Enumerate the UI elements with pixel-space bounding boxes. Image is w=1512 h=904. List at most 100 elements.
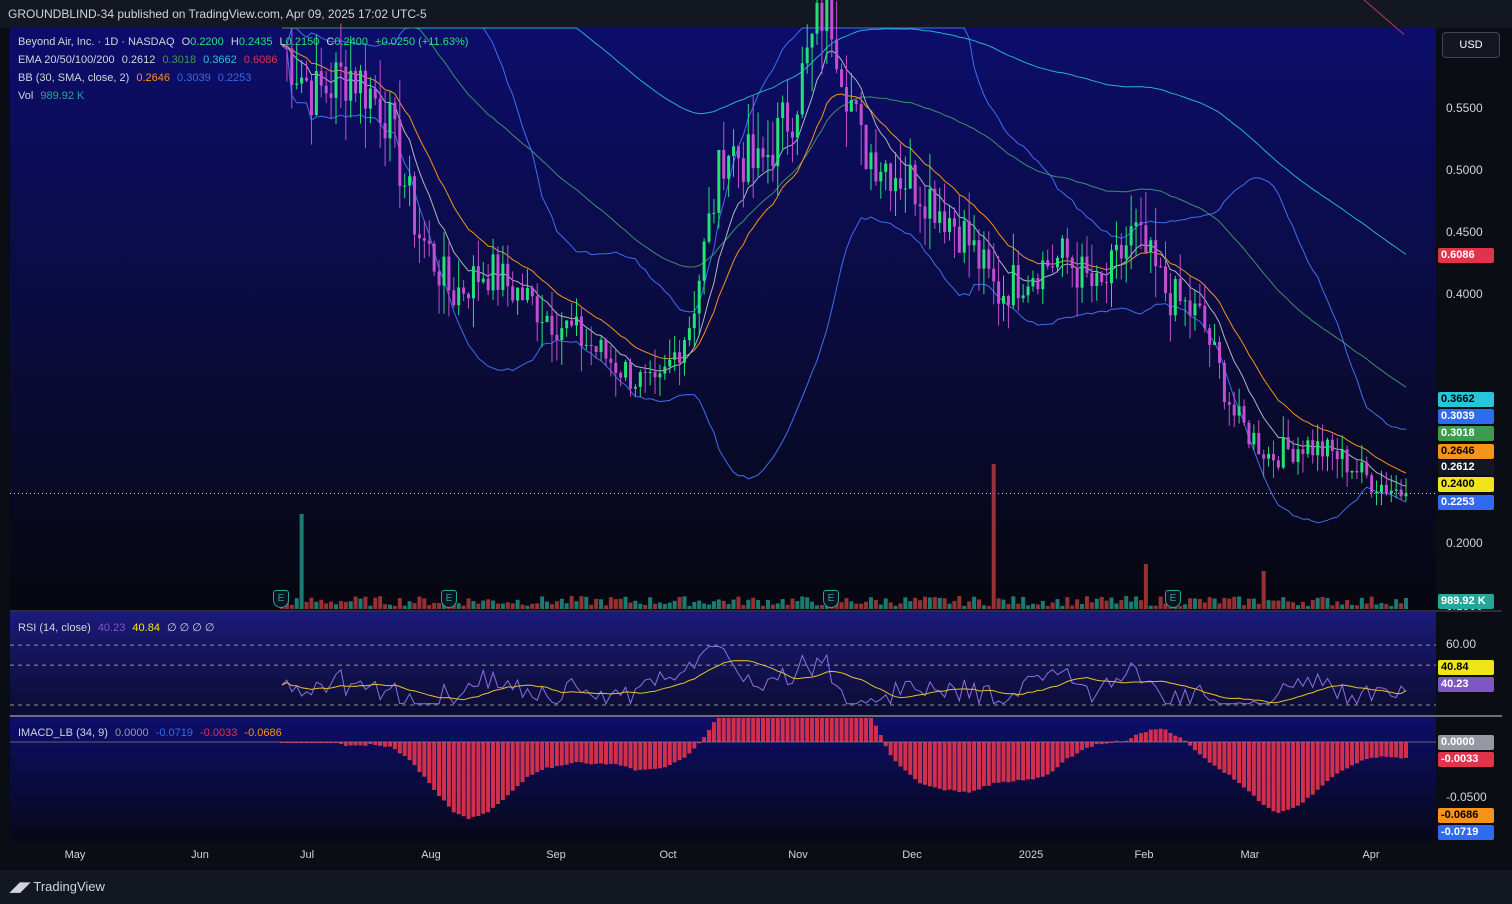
earnings-marker[interactable]: E <box>1165 590 1181 608</box>
candle-body <box>1129 226 1133 246</box>
candle-body <box>746 134 750 182</box>
candle-body <box>506 263 510 287</box>
volume-bar <box>383 604 388 609</box>
macd-hist-bar <box>471 742 476 817</box>
macd-hist-bar <box>962 742 967 792</box>
earnings-marker[interactable]: E <box>823 590 839 608</box>
macd-hist-bar <box>716 718 721 742</box>
macd-hist-bar <box>1246 742 1251 792</box>
volume-bar <box>535 603 540 609</box>
macd-hist-bar <box>702 737 707 742</box>
candle-body <box>609 358 613 363</box>
tradingview-logo[interactable]: ◢◤ TradingView <box>10 879 105 895</box>
volume-bar <box>687 605 692 609</box>
bb-name[interactable]: BB (30, SMA, close, 2) <box>18 72 129 84</box>
volume-bar <box>1296 605 1301 609</box>
symbol-name[interactable]: Beyond Air, Inc. · 1D · NASDAQ <box>18 36 175 48</box>
price-tag: -0.0719 <box>1438 825 1494 840</box>
candle-body <box>373 88 377 99</box>
candle-body <box>1262 454 1266 459</box>
candle-body <box>427 240 431 244</box>
volume-bar <box>397 598 402 609</box>
macd-hist-value: -0.0033 <box>200 727 238 739</box>
candle-body <box>928 188 932 219</box>
macd-hist-bar <box>495 742 500 804</box>
candle-body <box>457 287 461 306</box>
candle-body <box>1036 277 1040 290</box>
macd-hist-bar <box>864 718 869 742</box>
chart-canvas[interactable] <box>0 0 1512 904</box>
macd-hist-bar <box>1065 742 1070 759</box>
candle-body <box>614 362 618 374</box>
volume-bar <box>495 603 500 609</box>
candle-body <box>486 278 490 291</box>
candle-body <box>565 320 569 329</box>
candle-body <box>717 149 721 213</box>
volume-bar <box>903 597 908 609</box>
candle-body <box>1006 296 1010 306</box>
macd-hist-bar <box>643 742 648 770</box>
volume-bar <box>878 604 883 609</box>
candle-body <box>550 315 554 335</box>
vol-name[interactable]: Vol <box>18 90 33 102</box>
earnings-marker[interactable]: E <box>441 590 457 608</box>
macd-hist-bar <box>510 742 515 791</box>
macd-hist-bar <box>1035 742 1040 778</box>
candle-body <box>1208 328 1212 345</box>
volume-bar <box>603 605 608 609</box>
macd-hist-bar <box>770 718 775 742</box>
volume-bar <box>1060 605 1065 609</box>
macd-hist-bar <box>1207 742 1212 763</box>
macd-hist-bar <box>731 718 736 742</box>
candle-body <box>1257 433 1261 455</box>
macd-hist-bar <box>628 742 633 769</box>
macd-hist-bar <box>461 742 466 817</box>
candle-body <box>1065 238 1069 258</box>
macd-hist-bar <box>613 742 618 765</box>
ema-name[interactable]: EMA 20/50/100/200 <box>18 54 115 66</box>
candle-body <box>359 70 363 94</box>
candle-body <box>1139 222 1143 226</box>
candle-body <box>1105 282 1109 284</box>
candle-body <box>849 100 853 112</box>
candle-body <box>305 77 309 81</box>
candle-body <box>329 93 333 98</box>
low-value: 0.2150 <box>285 36 320 48</box>
macd-hist-bar <box>353 742 358 746</box>
candle-body <box>1276 460 1280 468</box>
macd-name[interactable]: IMACD_LB (34, 9) <box>18 727 108 739</box>
macd-hist-bar <box>677 742 682 761</box>
macd-hist-bar <box>451 742 456 813</box>
candle-body <box>938 211 942 223</box>
macd-hist-bar <box>1276 742 1281 813</box>
candle-body <box>1085 256 1089 274</box>
legend-vol: Vol 989.92 K <box>18 90 88 102</box>
volume-bar <box>594 598 599 609</box>
candle-body <box>1075 268 1079 288</box>
volume-bar <box>893 605 898 609</box>
candle-body <box>413 176 417 235</box>
volume-bar <box>1178 605 1183 609</box>
macd-hist-bar <box>751 718 756 742</box>
volume-bar <box>545 601 550 609</box>
rsi-ma-value: 40.84 <box>132 622 160 634</box>
candle-body <box>1080 256 1084 288</box>
volume-bar <box>623 596 628 609</box>
candle-body <box>923 206 927 219</box>
candle-body <box>795 114 799 138</box>
candle-body <box>334 62 338 98</box>
earnings-marker[interactable]: E <box>273 590 289 608</box>
macd-hist-bar <box>1075 742 1080 754</box>
candle-body <box>992 268 996 282</box>
macd-hist-bar <box>1345 742 1350 769</box>
volume-bar <box>1080 603 1085 609</box>
candle-body <box>1016 265 1020 299</box>
macd-hist-bar <box>1084 742 1089 748</box>
volume-bar <box>932 597 937 609</box>
volume-bar <box>937 597 942 609</box>
candle-body <box>1296 449 1300 462</box>
currency-button[interactable]: USD <box>1442 32 1500 58</box>
candle-body <box>1183 300 1187 302</box>
time-axis-label: May <box>64 849 86 861</box>
rsi-name[interactable]: RSI (14, close) <box>18 622 91 634</box>
